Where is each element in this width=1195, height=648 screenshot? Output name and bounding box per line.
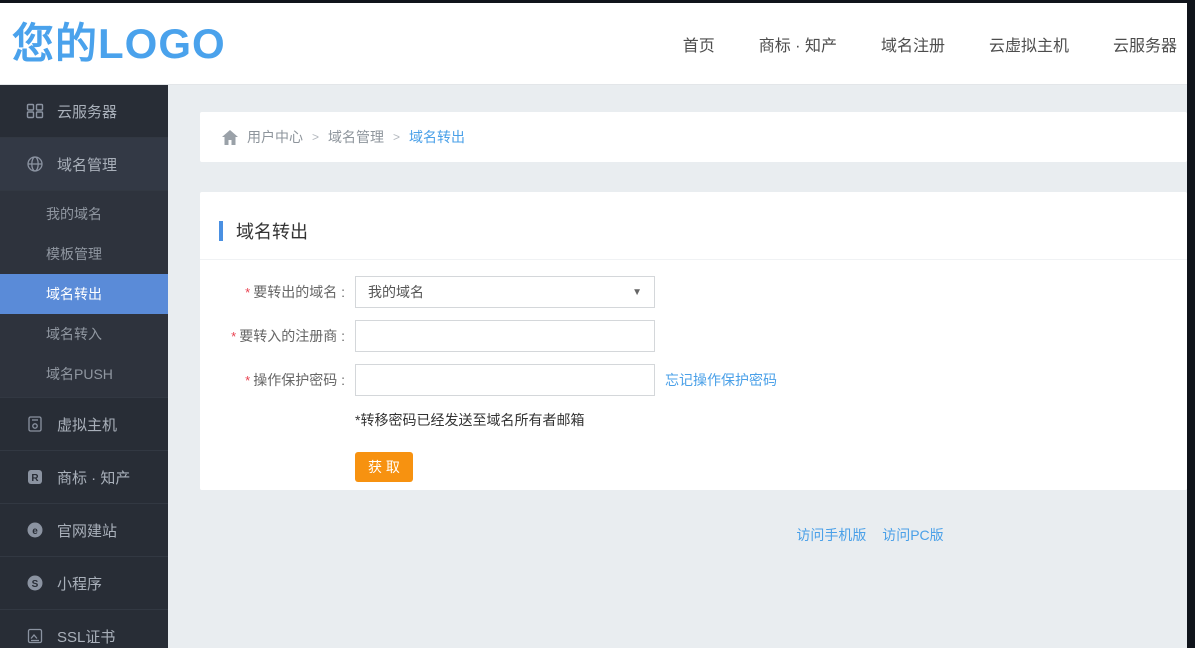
site-logo[interactable]: 您的LOGO [12, 3, 226, 85]
certificate-icon [26, 627, 44, 645]
required-mark: * [245, 373, 251, 388]
host-icon [26, 415, 44, 433]
trademark-icon: R [26, 468, 44, 486]
miniprogram-icon: S [26, 574, 44, 592]
globe-icon [26, 155, 44, 173]
nav-item-domain-register[interactable]: 域名注册 [881, 32, 945, 56]
get-button[interactable]: 获 取 [355, 452, 413, 482]
nav-item-cloud-host[interactable]: 云虚拟主机 [989, 32, 1069, 56]
breadcrumb-separator: > [312, 130, 320, 144]
sidebar-item-label: 官网建站 [57, 522, 118, 540]
chevron-down-icon: ▼ [632, 286, 642, 298]
required-mark: * [245, 285, 251, 300]
svg-text:S: S [32, 579, 39, 590]
sidebar-item-website-builder[interactable]: e 官网建站 [0, 504, 168, 557]
sidebar-item-trademark[interactable]: R 商标 · 知产 [0, 451, 168, 504]
server-icon [26, 102, 44, 120]
submenu-item-my-domains[interactable]: 我的域名 [0, 194, 168, 234]
form-row-protection-password: * 操作保护密码 : 忘记操作保护密码 [200, 364, 1187, 396]
breadcrumb: 用户中心 > 域名管理 > 域名转出 [200, 112, 1187, 162]
sidebar-item-label: 商标 · 知产 [57, 469, 131, 487]
sidebar: 云服务器 域名管理 我的域名 模板管理 域名转出 域名转入 域名PUSH 虚拟主… [0, 85, 168, 648]
nav-item-home[interactable]: 首页 [683, 32, 715, 56]
title-accent-bar [219, 221, 223, 241]
domain-select-value: 我的域名 [368, 284, 424, 300]
footer-links: 访问手机版 访问PC版 [620, 525, 1120, 545]
domain-select[interactable]: 我的域名 ▼ [355, 276, 655, 308]
page-title: 域名转出 [236, 222, 308, 242]
home-icon[interactable] [222, 129, 238, 145]
protection-password-input[interactable] [355, 364, 655, 396]
submenu-item-template-management[interactable]: 模板管理 [0, 234, 168, 274]
sidebar-item-domain-management[interactable]: 域名管理 [0, 138, 168, 191]
svg-text:R: R [31, 473, 39, 484]
nav-item-trademark[interactable]: 商标 · 知产 [759, 32, 837, 56]
breadcrumb-user-center[interactable]: 用户中心 [247, 127, 303, 147]
panel-header: 域名转出 [200, 192, 1187, 260]
sidebar-item-label: 域名管理 [57, 156, 118, 174]
submenu-item-domain-transfer-out[interactable]: 域名转出 [0, 274, 168, 314]
breadcrumb-domain-management[interactable]: 域名管理 [328, 127, 384, 147]
registrar-input[interactable] [355, 320, 655, 352]
website-icon: e [26, 521, 44, 539]
registrar-label: * 要转入的注册商 : [231, 328, 345, 344]
protection-password-label: * 操作保护密码 : [245, 372, 345, 388]
sidebar-item-cloud-server[interactable]: 云服务器 [0, 85, 168, 138]
breadcrumb-separator: > [393, 130, 401, 144]
sidebar-item-label: 虚拟主机 [57, 416, 118, 434]
transfer-out-form: * 要转出的域名 : 我的域名 ▼ * 要转入的注册商 : * 操作保护密码 : 忘记… [200, 260, 1187, 482]
submenu-item-domain-transfer-in[interactable]: 域名转入 [0, 314, 168, 354]
form-row-domain: * 要转出的域名 : 我的域名 ▼ [200, 276, 1187, 308]
nav-item-cloud-server[interactable]: 云服务器 [1113, 32, 1177, 56]
pc-version-link[interactable]: 访问PC版 [882, 527, 943, 543]
domain-transfer-out-panel: 域名转出 * 要转出的域名 : 我的域名 ▼ * 要转入的注册商 : * 操作保护密码… [200, 192, 1187, 490]
sidebar-item-ssl-certificate[interactable]: SSL证书 [0, 610, 168, 648]
sidebar-item-label: SSL证书 [57, 628, 116, 646]
required-mark: * [231, 329, 237, 344]
sidebar-item-label: 云服务器 [57, 103, 118, 121]
sidebar-item-virtual-host[interactable]: 虚拟主机 [0, 398, 168, 451]
breadcrumb-domain-transfer-out[interactable]: 域名转出 [409, 127, 465, 147]
svg-text:e: e [32, 526, 38, 537]
app-window: 您的LOGO 首页 商标 · 知产 域名注册 云虚拟主机 云服务器 云服务器 域… [0, 3, 1187, 648]
domain-label: * 要转出的域名 : [245, 284, 345, 300]
sidebar-item-label: 小程序 [57, 575, 103, 593]
submenu-item-domain-push[interactable]: 域名PUSH [0, 354, 168, 394]
form-row-registrar: * 要转入的注册商 : [200, 320, 1187, 352]
domain-management-submenu: 我的域名 模板管理 域名转出 域名转入 域名PUSH [0, 191, 168, 398]
top-navigation: 首页 商标 · 知产 域名注册 云虚拟主机 云服务器 [683, 3, 1177, 85]
transfer-password-note: *转移密码已经发送至域名所有者邮箱 [355, 412, 585, 428]
top-header: 您的LOGO 首页 商标 · 知产 域名注册 云虚拟主机 云服务器 [0, 3, 1187, 85]
sidebar-item-mini-program[interactable]: S 小程序 [0, 557, 168, 610]
forgot-password-link[interactable]: 忘记操作保护密码 [665, 370, 777, 390]
mobile-version-link[interactable]: 访问手机版 [796, 527, 866, 543]
